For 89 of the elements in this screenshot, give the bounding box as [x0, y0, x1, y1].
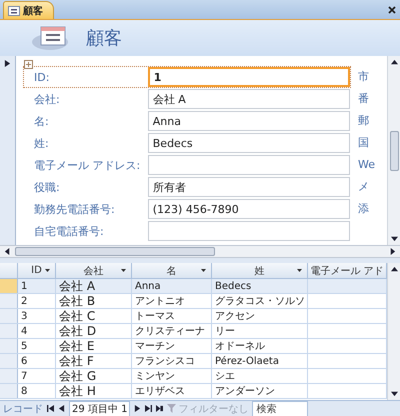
table-cell: 会社 E	[56, 339, 132, 353]
scroll-down-icon[interactable]	[390, 235, 398, 242]
dropdown-icon[interactable]	[121, 269, 126, 272]
table-cell: Bedecs	[212, 279, 308, 293]
horizontal-scrollbar[interactable]	[0, 246, 400, 258]
last-record-icon[interactable]	[145, 405, 152, 412]
field-label: 姓:	[34, 136, 50, 150]
field-label: 会社:	[34, 92, 61, 106]
scrollbar-thumb[interactable]	[15, 247, 215, 256]
column-header[interactable]: 名	[132, 263, 212, 278]
table-cell: リー	[212, 324, 308, 338]
field-label: 自宅電話番号:	[34, 224, 105, 238]
column-header[interactable]: 会社	[56, 263, 132, 278]
table-cell: Pérez-Olaeta	[212, 354, 308, 368]
table-cell: オドーネル	[212, 339, 308, 353]
table-cell: フランシスコ	[132, 354, 212, 368]
field-label: 勤務先電話番号:	[34, 202, 116, 216]
table-cell: 4	[18, 324, 56, 338]
table-cell: 会社 A	[56, 279, 132, 293]
text-field[interactable]: 会社 A	[148, 89, 350, 109]
table-cell: 5	[18, 339, 56, 353]
table-cell: 7	[18, 369, 56, 383]
field-label: We	[358, 157, 375, 173]
table-cell: アンダーソン	[212, 384, 308, 398]
next-record-icon[interactable]	[134, 405, 142, 412]
table-cell: 会社 F	[56, 354, 132, 368]
text-field[interactable]: Bedecs	[148, 133, 350, 153]
dropdown-icon[interactable]	[45, 269, 50, 272]
table-cell: トーマス	[132, 309, 212, 323]
field-label: ID:	[34, 70, 50, 84]
text-field[interactable]: Anna	[148, 111, 350, 131]
search-field[interactable]: 検索	[252, 400, 308, 416]
column-header[interactable]: ID	[18, 263, 56, 278]
field-label: 郵	[358, 113, 370, 129]
close-icon[interactable]	[388, 6, 396, 14]
form-icon	[8, 6, 20, 16]
table-cell: シエ	[212, 369, 308, 383]
table-cell: 3	[18, 309, 56, 323]
current-record-icon[interactable]	[4, 60, 11, 67]
scroll-left-icon[interactable]	[4, 248, 11, 255]
text-field[interactable]: (123) 456-7890	[148, 199, 350, 219]
table-cell: 2	[18, 294, 56, 308]
text-field[interactable]	[148, 221, 350, 241]
field-label: 市	[358, 69, 370, 85]
field-label: メ	[358, 179, 370, 195]
previous-record-icon[interactable]	[58, 405, 65, 412]
text-field[interactable]: 1	[148, 67, 350, 87]
form-tab[interactable]: 顧客	[3, 1, 54, 19]
text-field[interactable]: 所有者	[148, 177, 350, 197]
dropdown-icon[interactable]	[201, 269, 206, 272]
text-field[interactable]	[148, 155, 350, 175]
table-cell: 会社 C	[56, 309, 132, 323]
scroll-up-icon[interactable]	[390, 266, 398, 273]
table-cell: マーチン	[132, 339, 212, 353]
field-label: 番	[358, 91, 370, 107]
table-cell: クリスティーナ	[132, 324, 212, 338]
table-cell: グラタコス・ソルソ	[212, 294, 308, 308]
table-cell: 会社 G	[56, 369, 132, 383]
field-label: 国	[358, 135, 370, 151]
first-record-icon[interactable]	[47, 405, 54, 412]
table-cell: 会社 D	[56, 324, 132, 338]
table-cell: Anna	[132, 279, 212, 293]
record-position-field[interactable]: 29 項目中 1	[69, 400, 130, 416]
new-record-icon[interactable]	[156, 405, 164, 412]
table-cell: アントニオ	[132, 294, 212, 308]
scroll-down-icon[interactable]	[390, 390, 398, 397]
table-cell: 会社 H	[56, 384, 132, 398]
field-label: 名:	[34, 114, 50, 128]
record-label: レコード	[3, 402, 43, 416]
scrollbar-thumb[interactable]	[390, 130, 398, 170]
layout-move-icon[interactable]	[24, 60, 33, 69]
vertical-scrollbar[interactable]	[387, 56, 400, 245]
table-cell: 6	[18, 354, 56, 368]
field-label: 電子メール アドレス:	[34, 158, 142, 172]
table-cell: ミンヤン	[132, 369, 212, 383]
table-cell: エリザベス	[132, 384, 212, 398]
scroll-up-icon[interactable]	[390, 59, 398, 66]
vertical-scrollbar[interactable]	[387, 263, 400, 400]
column-header[interactable]: 姓	[212, 263, 308, 278]
table-cell: 8	[18, 384, 56, 398]
form-title: 顧客	[86, 27, 122, 50]
field-label: 添	[358, 201, 370, 217]
field-label: 役職:	[34, 180, 61, 194]
table-cell: 1	[18, 279, 56, 293]
table-cell: アクセン	[212, 309, 308, 323]
scroll-right-icon[interactable]	[389, 248, 396, 255]
table-cell: 会社 B	[56, 294, 132, 308]
funnel-icon	[167, 404, 176, 413]
dropdown-icon[interactable]	[297, 269, 302, 272]
